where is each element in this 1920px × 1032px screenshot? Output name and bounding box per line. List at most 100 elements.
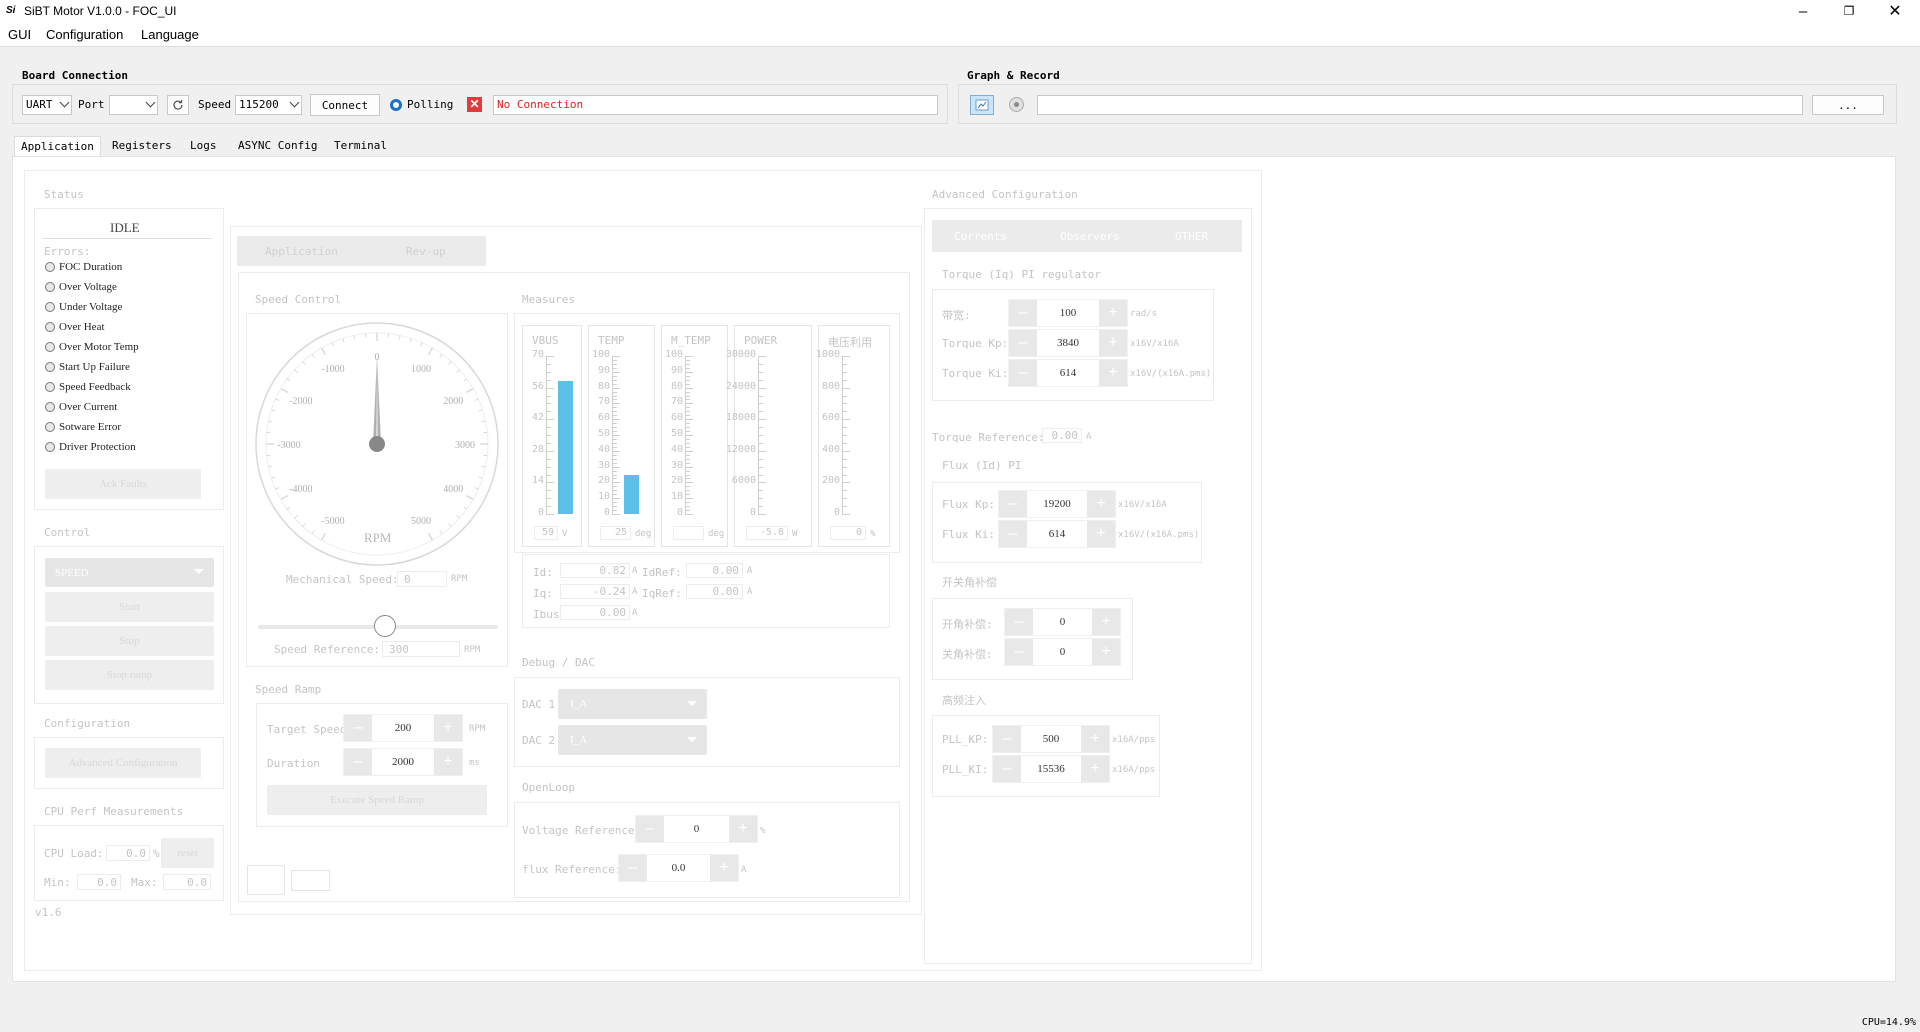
- subtab-revup[interactable]: Rev-up: [406, 245, 446, 258]
- ack-faults-button[interactable]: Ack Faults: [45, 469, 201, 499]
- param-value[interactable]: 614: [1027, 521, 1087, 547]
- param-spinbox[interactable]: –500 +: [992, 725, 1110, 753]
- record-icon[interactable]: [1009, 97, 1024, 112]
- duration-spinbox[interactable]: – 2000 +: [343, 748, 463, 776]
- browse-button[interactable]: ...: [1812, 95, 1884, 115]
- voltage-ref-increment[interactable]: +: [729, 816, 757, 842]
- graph-button[interactable]: [970, 95, 994, 115]
- mode-combo[interactable]: SPEED: [45, 558, 214, 587]
- tab-application[interactable]: Application: [14, 136, 101, 156]
- advanced-tab-other[interactable]: OTHER: [1175, 230, 1208, 243]
- target-speed-decrement[interactable]: –: [344, 715, 372, 741]
- param-decrement[interactable]: –: [1005, 609, 1033, 635]
- refresh-ports-button[interactable]: [167, 95, 189, 115]
- execute-speed-ramp-label: Execute Speed Ramp: [329, 794, 425, 806]
- param-increment[interactable]: +: [1092, 609, 1120, 635]
- flux-ref-increment[interactable]: +: [710, 855, 738, 881]
- tab-terminal[interactable]: Terminal: [328, 136, 393, 156]
- menu-configuration[interactable]: Configuration: [46, 27, 123, 42]
- voltage-ref-spinbox[interactable]: – 0 +: [635, 815, 758, 843]
- baud-combo[interactable]: 115200: [235, 95, 302, 115]
- voltage-ref-decrement[interactable]: –: [636, 816, 664, 842]
- param-decrement[interactable]: –: [993, 726, 1021, 752]
- speed-control-title: Speed Control: [255, 293, 342, 306]
- stop-ramp-button[interactable]: Stop ramp: [45, 660, 214, 690]
- flux-ref-spinbox[interactable]: – 0.0 +: [618, 854, 739, 882]
- flux-ref-decrement[interactable]: –: [619, 855, 647, 881]
- flux-ref-value[interactable]: 0.0: [647, 855, 710, 881]
- param-increment[interactable]: +: [1087, 491, 1115, 517]
- param-spinbox[interactable]: –614 +: [998, 520, 1116, 548]
- start-button[interactable]: Start: [45, 592, 214, 622]
- param-increment[interactable]: +: [1099, 330, 1127, 356]
- tab-registers[interactable]: Registers: [106, 136, 178, 156]
- stop-button[interactable]: Stop: [45, 626, 214, 656]
- subtab-application[interactable]: Application: [265, 245, 338, 258]
- param-value[interactable]: 15536: [1021, 756, 1081, 782]
- gauge-scale-tick: [758, 387, 766, 389]
- advanced-configuration-button[interactable]: Advanced Configuration: [45, 748, 201, 778]
- record-path-field[interactable]: [1037, 95, 1803, 115]
- param-decrement[interactable]: –: [1009, 330, 1037, 356]
- param-value[interactable]: 19200: [1027, 491, 1087, 517]
- speed-ref-slider-handle[interactable]: [374, 615, 396, 637]
- duration-increment[interactable]: +: [434, 749, 462, 775]
- duration-value[interactable]: 2000: [372, 749, 434, 775]
- param-increment[interactable]: +: [1081, 726, 1109, 752]
- param-spinbox[interactable]: –614 +: [1008, 359, 1128, 387]
- cpu-reset-button[interactable]: reset: [161, 838, 214, 868]
- param-spinbox[interactable]: –19200 +: [998, 490, 1116, 518]
- minimize-button[interactable]: –: [1780, 0, 1826, 22]
- torque-ref-field[interactable]: 0.00: [1042, 428, 1082, 443]
- menu-language[interactable]: Language: [141, 27, 199, 42]
- blank-button-1[interactable]: [247, 865, 285, 895]
- voltage-ref-value[interactable]: 0: [664, 816, 729, 842]
- port-combo[interactable]: [109, 95, 158, 115]
- tab-async-config[interactable]: ASYNC Config: [232, 136, 323, 156]
- param-decrement[interactable]: –: [1009, 300, 1037, 326]
- dac2-combo[interactable]: I_A: [558, 725, 707, 755]
- interface-combo[interactable]: UART: [22, 95, 72, 115]
- param-value[interactable]: 614: [1037, 360, 1099, 386]
- param-value[interactable]: 500: [1021, 726, 1081, 752]
- param-increment[interactable]: +: [1087, 521, 1115, 547]
- menu-gui[interactable]: GUI: [8, 27, 31, 42]
- param-spinbox[interactable]: –3840 +: [1008, 329, 1128, 357]
- polling-radio[interactable]: [390, 99, 402, 111]
- param-decrement[interactable]: –: [993, 756, 1021, 782]
- tab-logs[interactable]: Logs: [184, 136, 223, 156]
- target-speed-spinbox[interactable]: – 200 +: [343, 714, 463, 742]
- advanced-tab-observers[interactable]: Observers: [1060, 230, 1120, 243]
- dac2-label: DAC 2: [522, 734, 556, 747]
- param-spinbox[interactable]: –0 +: [1004, 638, 1121, 666]
- param-spinbox[interactable]: –100 +: [1008, 299, 1128, 327]
- advanced-tab-currents[interactable]: Currents: [954, 230, 1007, 243]
- gauge-scale-tick: [546, 387, 554, 389]
- target-speed-value[interactable]: 200: [372, 715, 434, 741]
- param-decrement[interactable]: –: [1005, 639, 1033, 665]
- param-increment[interactable]: +: [1092, 639, 1120, 665]
- param-spinbox[interactable]: –15536 +: [992, 755, 1110, 783]
- param-value[interactable]: 3840: [1037, 330, 1099, 356]
- gauge-tick-label: 2000: [443, 396, 463, 407]
- param-spinbox[interactable]: –0 +: [1004, 608, 1121, 636]
- param-increment[interactable]: +: [1081, 756, 1109, 782]
- execute-speed-ramp-button[interactable]: Execute Speed Ramp: [267, 785, 487, 815]
- gauge-scale-tick: [758, 419, 766, 421]
- speed-ref-field[interactable]: 300: [382, 641, 460, 657]
- param-increment[interactable]: +: [1099, 300, 1127, 326]
- connect-button[interactable]: Connect: [310, 94, 380, 116]
- param-decrement[interactable]: –: [999, 521, 1027, 547]
- param-decrement[interactable]: –: [1009, 360, 1037, 386]
- restore-button[interactable]: ❐: [1826, 0, 1872, 22]
- blank-button-2[interactable]: [291, 870, 330, 891]
- param-value[interactable]: 0: [1033, 609, 1092, 635]
- dac1-combo[interactable]: I_A: [558, 689, 707, 719]
- duration-decrement[interactable]: –: [344, 749, 372, 775]
- param-decrement[interactable]: –: [999, 491, 1027, 517]
- param-increment[interactable]: +: [1099, 360, 1127, 386]
- close-button[interactable]: ✕: [1872, 0, 1918, 22]
- param-value[interactable]: 0: [1033, 639, 1092, 665]
- target-speed-increment[interactable]: +: [434, 715, 462, 741]
- param-value[interactable]: 100: [1037, 300, 1099, 326]
